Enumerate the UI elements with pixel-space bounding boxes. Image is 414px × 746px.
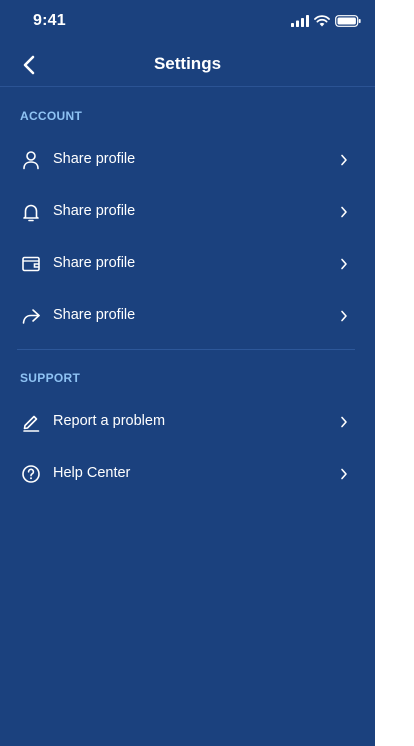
row-label: Share profile	[53, 203, 136, 219]
chevron-right-icon	[337, 467, 351, 481]
share-arrow-icon	[20, 305, 42, 327]
settings-row-share-profile-3[interactable]: Share profile	[0, 238, 375, 290]
section-header-support: SUPPORT	[20, 371, 81, 385]
status-bar: 9:41	[0, 0, 375, 44]
status-icons	[291, 14, 361, 28]
settings-row-share-profile-2[interactable]: Share profile	[0, 186, 375, 238]
signal-icon	[291, 15, 309, 27]
settings-row-share-profile-4[interactable]: Share profile	[0, 290, 375, 342]
wifi-icon	[314, 15, 330, 27]
row-label: Share profile	[53, 151, 136, 167]
chevron-right-icon	[337, 257, 351, 271]
settings-row-help-center[interactable]: Help Center	[0, 448, 375, 500]
settings-screen: 9:41 Settings ACCOUNT Share profile Shar…	[0, 0, 375, 746]
chevron-right-icon	[337, 153, 351, 167]
help-circle-icon	[20, 463, 42, 485]
row-label: Share profile	[53, 307, 136, 323]
battery-icon	[335, 15, 361, 27]
wallet-icon	[20, 253, 42, 275]
chevron-right-icon	[337, 205, 351, 219]
chevron-right-icon	[337, 415, 351, 429]
section-divider	[17, 349, 355, 350]
chevron-right-icon	[337, 309, 351, 323]
status-time: 9:41	[33, 12, 66, 29]
row-label: Report a problem	[53, 413, 166, 429]
row-label: Share profile	[53, 255, 136, 271]
pencil-icon	[20, 411, 42, 433]
row-label: Help Center	[53, 465, 131, 481]
bell-icon	[20, 201, 42, 223]
navigation-bar: Settings	[0, 44, 375, 87]
page-title: Settings	[153, 54, 222, 73]
section-header-account: ACCOUNT	[20, 109, 83, 123]
settings-row-report-problem[interactable]: Report a problem	[0, 396, 375, 448]
user-icon	[20, 149, 42, 171]
settings-row-share-profile-1[interactable]: Share profile	[0, 134, 375, 186]
